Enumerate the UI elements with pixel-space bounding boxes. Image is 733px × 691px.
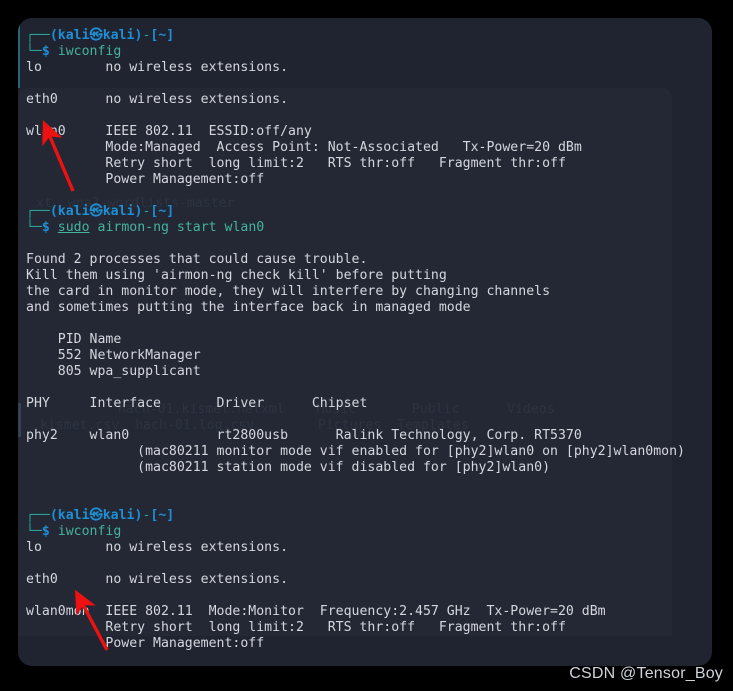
output-line: lo no wireless extensions. bbox=[26, 60, 289, 75]
output-line: Mode:Managed Access Point: Not-Associate… bbox=[26, 140, 582, 155]
prompt-line-top-2: ┌──(kali㉿kali)-[~] bbox=[18, 204, 712, 220]
prompt-user: kali bbox=[57, 508, 90, 523]
prompt-open-paren: ( bbox=[49, 28, 58, 43]
output-line: (mac80211 station mode vif disabled for … bbox=[26, 460, 551, 475]
output-line-phy-row: phy2 wlan0 rt2800usb Ralink Technology, … bbox=[26, 428, 582, 443]
output-line: (mac80211 monitor mode vif enabled for [… bbox=[26, 444, 685, 459]
prompt-line-cmd-2[interactable]: └─$ sudo airmon-ng start wlan0 bbox=[18, 220, 712, 236]
output-line: eth0 no wireless extensions. bbox=[26, 92, 289, 107]
command-text-1: iwconfig bbox=[57, 44, 122, 59]
prompt-line-cmd-1[interactable]: └─$ iwconfig bbox=[18, 44, 712, 60]
prompt-box-top: ┌── bbox=[26, 204, 50, 219]
output-line: lo no wireless extensions. bbox=[26, 540, 289, 555]
kali-dragon-icon: ㉿ bbox=[89, 204, 103, 219]
output-line: and sometimes putting the interface back… bbox=[26, 300, 471, 315]
prompt-host: kali bbox=[102, 204, 135, 219]
output-line: wlan0mon IEEE 802.11 Mode:Monitor Freque… bbox=[26, 604, 606, 619]
csdn-watermark: CSDN @Tensor_Boy bbox=[569, 665, 723, 682]
output-line: Found 2 processes that could cause troub… bbox=[26, 252, 368, 267]
output-line-phy-header: PHY Interface Driver Chipset bbox=[26, 396, 368, 411]
output-line: Kill them using 'airmon-ng check kill' b… bbox=[26, 268, 447, 283]
output-line: Retry short long limit:2 RTS thr:off Fra… bbox=[26, 620, 566, 635]
command-text-3: iwconfig bbox=[57, 524, 122, 539]
prompt-path: [~] bbox=[150, 204, 175, 219]
prompt-dollar: $ bbox=[41, 44, 50, 59]
output-line-pid-row: 552 NetworkManager bbox=[26, 348, 201, 363]
output-line: the card in monitor mode, they will inte… bbox=[26, 284, 551, 299]
screenshot-root: xt wpa2-wordlists-master hach-01.kismet.… bbox=[0, 0, 733, 691]
command-args-2: airmon-ng start wlan0 bbox=[97, 220, 265, 235]
prompt-box-top: ┌── bbox=[26, 28, 50, 43]
output-line: Retry short long limit:2 RTS thr:off Fra… bbox=[26, 156, 566, 171]
terminal-window[interactable]: xt wpa2-wordlists-master hach-01.kismet.… bbox=[18, 18, 712, 666]
terminal-text-layer[interactable]: ┌──(kali㉿kali)-[~] └─$ iwconfig lo no wi… bbox=[18, 18, 712, 666]
command-sudo: sudo bbox=[57, 220, 90, 235]
kali-dragon-icon: ㉿ bbox=[89, 28, 103, 43]
prompt-path: [~] bbox=[150, 28, 175, 43]
kali-dragon-icon: ㉿ bbox=[89, 508, 103, 523]
output-line: eth0 no wireless extensions. bbox=[26, 572, 289, 587]
output-line: Power Management:off bbox=[26, 636, 265, 651]
prompt-open-paren: ( bbox=[49, 508, 58, 523]
prompt-box-bottom: └─ bbox=[26, 220, 42, 235]
prompt-line-cmd-3[interactable]: └─$ iwconfig bbox=[18, 524, 712, 540]
prompt-user: kali bbox=[57, 204, 90, 219]
output-line-pid-header: PID Name bbox=[26, 332, 122, 347]
prompt-open-paren: ( bbox=[49, 204, 58, 219]
output-line-pid-row: 805 wpa_supplicant bbox=[26, 364, 201, 379]
prompt-box-top: ┌── bbox=[26, 508, 50, 523]
prompt-host: kali bbox=[102, 28, 135, 43]
prompt-host: kali bbox=[102, 508, 135, 523]
output-line: Power Management:off bbox=[26, 172, 265, 187]
prompt-box-bottom: └─ bbox=[26, 524, 42, 539]
output-line: wlan0 IEEE 802.11 ESSID:off/any bbox=[26, 124, 312, 139]
prompt-user: kali bbox=[57, 28, 90, 43]
prompt-box-bottom: └─ bbox=[26, 44, 42, 59]
prompt-dollar: $ bbox=[41, 524, 50, 539]
prompt-dollar: $ bbox=[41, 220, 50, 235]
prompt-line-top-3: ┌──(kali㉿kali)-[~] bbox=[18, 508, 712, 524]
prompt-line-top-1: ┌──(kali㉿kali)-[~] bbox=[18, 28, 712, 44]
prompt-path: [~] bbox=[150, 508, 175, 523]
